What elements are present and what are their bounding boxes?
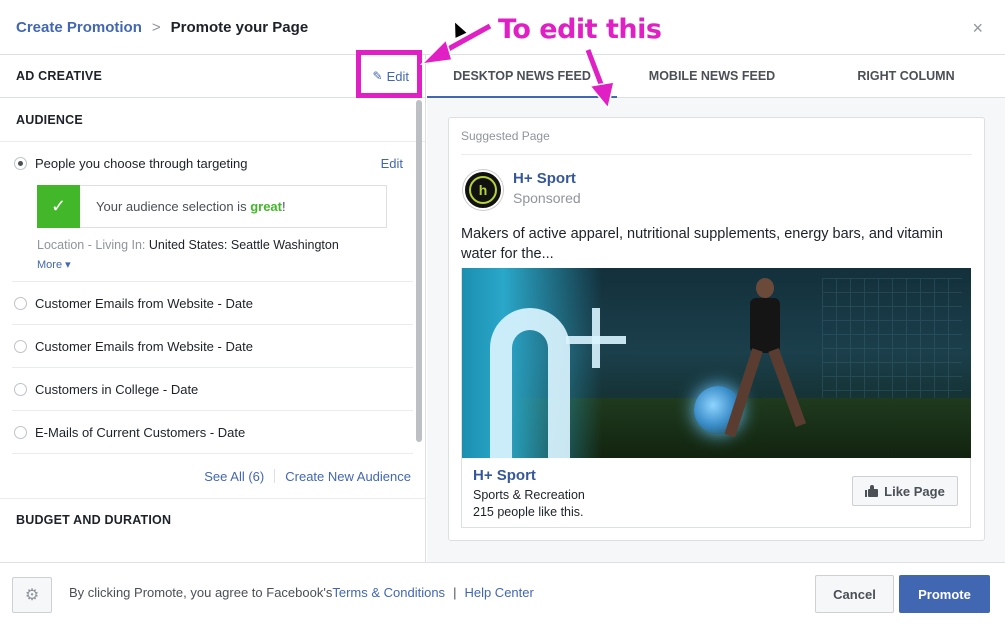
audience-option-targeting[interactable]: People you choose through targeting Edit (12, 142, 413, 185)
checkmark-icon: ✓ (37, 185, 80, 228)
radio-icon[interactable] (14, 339, 27, 353)
annotation-text: To edit this (498, 14, 662, 45)
audience-footer: See All (6) Create New Audience (0, 454, 425, 498)
create-new-audience-link[interactable]: Create New Audience (285, 469, 411, 484)
location-label: Location - Living In: (37, 238, 149, 252)
ad-preview-card: Suggested Page h H+ Sport Sponsored Make… (448, 117, 985, 541)
audience-detail: ✓ Your audience selection is great! Loca… (12, 185, 413, 282)
close-icon[interactable]: × (972, 18, 983, 39)
post-text: Makers of active apparel, nutritional su… (461, 226, 943, 262)
divider (274, 469, 276, 483)
terms-prefix: By clicking Promote, you agree to Facebo… (69, 585, 333, 600)
audience-option-label: Customers in College - Date (35, 381, 199, 397)
terms-text: By clicking Promote, you agree to Facebo… (69, 585, 534, 600)
thumbs-up-icon (865, 485, 879, 497)
page-title: Promote your Page (170, 18, 309, 36)
avatar[interactable]: h (463, 170, 503, 210)
terms-separator: | (453, 585, 457, 600)
audience-edit-link[interactable]: Edit (381, 156, 403, 171)
audience-success-message: ✓ Your audience selection is great! (37, 185, 387, 228)
audience-list: People you choose through targeting Edit… (0, 142, 425, 454)
success-suffix: ! (281, 199, 286, 214)
ad-image[interactable] (461, 268, 971, 458)
audience-option[interactable]: Customer Emails from Website - Date (12, 325, 413, 368)
tab-right-column[interactable]: RIGHT COLUMN (807, 55, 1005, 98)
radio-selected-icon[interactable] (14, 157, 27, 170)
location-line: Location - Living In: United States: Sea… (37, 238, 403, 252)
audience-option[interactable]: E-Mails of Current Customers - Date (12, 411, 413, 454)
audience-header: AUDIENCE (0, 98, 425, 142)
link-likes: 215 people like this. (473, 505, 584, 519)
annotation-highlight-box (356, 50, 422, 98)
ad-creative-title: AD CREATIVE (16, 69, 103, 83)
radio-icon[interactable] (14, 296, 27, 310)
budget-header[interactable]: BUDGET AND DURATION (0, 498, 425, 540)
like-page-label: Like Page (884, 483, 945, 499)
page-link-box: H+ Sport Sports & Recreation 215 people … (461, 458, 971, 528)
location-value: United States: Seattle Washington (148, 238, 339, 252)
chevron-right-icon: > (151, 18, 161, 36)
suggested-page-label: Suggested Page (461, 129, 550, 143)
audience-title: AUDIENCE (16, 112, 83, 127)
left-panel: AD CREATIVE ✎ Edit AUDIENCE People you c… (0, 55, 426, 562)
link-title[interactable]: H+ Sport (473, 467, 536, 484)
help-center-link[interactable]: Help Center (464, 585, 533, 600)
promote-button[interactable]: Promote (899, 575, 990, 613)
page-name-link[interactable]: H+ Sport (513, 170, 576, 187)
audience-option-label: E-Mails of Current Customers - Date (35, 424, 246, 440)
audience-option-label: Customer Emails from Website - Date (35, 338, 253, 354)
terms-link[interactable]: Terms & Conditions (332, 585, 445, 600)
radio-icon[interactable] (14, 382, 27, 396)
preview-tabs: DESKTOP NEWS FEED MOBILE NEWS FEED RIGHT… (427, 55, 1005, 99)
h-sport-logo: h (469, 176, 497, 204)
audience-option[interactable]: Customer Emails from Website - Date (12, 282, 413, 325)
like-page-button[interactable]: Like Page (852, 476, 958, 506)
audience-option-label: People you choose through targeting (35, 156, 248, 171)
divider (461, 154, 972, 155)
tab-desktop-news-feed[interactable]: DESKTOP NEWS FEED (427, 55, 617, 99)
radio-icon[interactable] (14, 425, 27, 439)
dialog-footer: ⚙ By clicking Promote, you agree to Face… (0, 562, 1005, 624)
link-category: Sports & Recreation (473, 488, 585, 502)
sponsored-label: Sponsored (513, 190, 581, 206)
see-all-link[interactable]: See All (6) (204, 469, 264, 484)
success-word: great (250, 199, 282, 214)
more-link[interactable]: More ▾ (37, 258, 71, 271)
tab-mobile-news-feed[interactable]: MOBILE NEWS FEED (617, 55, 807, 98)
scrollbar[interactable] (416, 100, 422, 442)
breadcrumb-create-promotion[interactable]: Create Promotion (16, 19, 142, 36)
audience-option-label: Customer Emails from Website - Date (35, 295, 253, 311)
success-prefix: Your audience selection is (96, 199, 251, 214)
cancel-button[interactable]: Cancel (815, 575, 894, 613)
gear-icon[interactable]: ⚙ (12, 577, 52, 613)
audience-option[interactable]: Customers in College - Date (12, 368, 413, 411)
budget-title: BUDGET AND DURATION (16, 512, 172, 527)
